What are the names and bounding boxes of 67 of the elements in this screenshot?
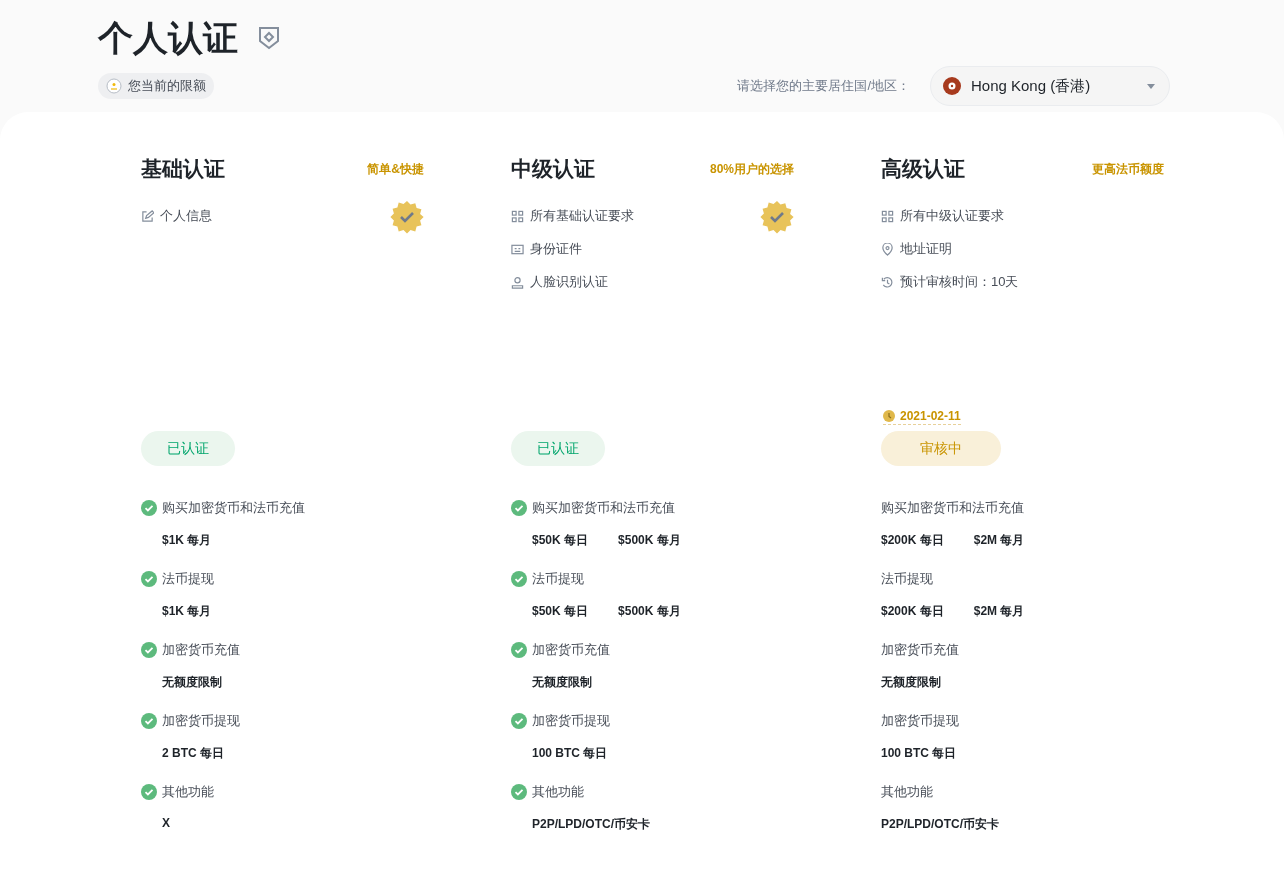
page-title: 个人认证 <box>98 17 238 59</box>
limit-label: 其他功能 <box>162 783 214 801</box>
status-pill: 已认证 <box>511 431 605 466</box>
limit-value: 2 BTC 每日 <box>162 745 224 762</box>
requirement-text: 所有中级认证要求 <box>900 207 1004 225</box>
limit-value: P2P/LPD/OTC/币安卡 <box>532 816 650 833</box>
limit-value: $50K 每日 <box>532 532 589 549</box>
review-date: 2021-02-11 <box>883 409 961 425</box>
limit-value: $1K 每月 <box>162 603 212 620</box>
limit-label: 法币提现 <box>162 570 214 588</box>
limit-label: 加密货币提现 <box>881 712 959 730</box>
limit-label: 法币提现 <box>881 570 933 588</box>
limit-value: $500K 每月 <box>618 603 681 620</box>
region-dropdown[interactable]: Hong Kong (香港) <box>930 66 1170 106</box>
limit-value: 无额度限制 <box>162 674 222 691</box>
caret-icon <box>1147 83 1155 89</box>
limit-label: 加密货币提现 <box>532 712 610 730</box>
tier-title: 中级认证 <box>511 156 595 182</box>
requirement-text: 所有基础认证要求 <box>530 207 634 225</box>
edit-icon <box>141 209 154 223</box>
limit-value: $200K 每日 <box>881 532 944 549</box>
limit-label: 加密货币提现 <box>162 712 240 730</box>
limit-value: $500K 每月 <box>618 532 681 549</box>
flag-icon <box>943 77 961 95</box>
grid-icon <box>881 209 894 223</box>
limit-value: 100 BTC 每日 <box>532 745 608 762</box>
requirement-text: 预计审核时间：10天 <box>900 273 1019 291</box>
requirement-text: 地址证明 <box>900 240 952 258</box>
limit-label: 加密货币充值 <box>532 641 610 659</box>
limit-label: 购买加密货币和法币充值 <box>532 499 675 517</box>
shield-icon[interactable] <box>258 26 280 50</box>
person-icon <box>511 275 524 289</box>
limit-value: $1K 每月 <box>162 532 212 549</box>
grid-icon <box>511 209 524 223</box>
tier-tagline: 80%用户的选择 <box>709 160 794 178</box>
tier-tagline: 更高法币额度 <box>1092 160 1164 178</box>
limits-chip[interactable]: 您当前的限额 <box>98 73 214 99</box>
user-icon <box>106 78 122 94</box>
limit-value: $2M 每月 <box>973 532 1025 549</box>
limit-label: 其他功能 <box>532 783 584 801</box>
requirement-text: 身份证件 <box>530 240 582 258</box>
limit-label: 加密货币充值 <box>881 641 959 659</box>
limit-label: 购买加密货币和法币充值 <box>162 499 305 517</box>
limit-label: 其他功能 <box>881 783 933 801</box>
location-pin-icon <box>881 242 894 256</box>
region-label: 请选择您的主要居住国/地区： <box>737 77 910 95</box>
tier-title: 基础认证 <box>141 156 225 182</box>
limit-label: 加密货币充值 <box>162 641 240 659</box>
clock-icon <box>881 275 894 289</box>
limit-label: 法币提现 <box>532 570 584 588</box>
status-pill: 已认证 <box>141 431 235 466</box>
tier-title: 高级认证 <box>881 156 965 182</box>
limit-value: 100 BTC 每日 <box>881 745 957 762</box>
id-card-icon <box>511 242 524 256</box>
limit-value: P2P/LPD/OTC/币安卡 <box>881 816 999 833</box>
limit-value: $200K 每日 <box>881 603 944 620</box>
tier-tagline: 简单&快捷 <box>367 160 424 178</box>
limit-label: 购买加密货币和法币充值 <box>881 499 1024 517</box>
limit-value: $2M 每月 <box>973 603 1025 620</box>
clock-icon <box>883 410 895 422</box>
status-pill: 审核中 <box>881 431 1001 466</box>
limit-value: X <box>162 816 170 830</box>
limit-value: $50K 每日 <box>532 603 589 620</box>
limit-value: 无额度限制 <box>532 674 592 691</box>
limit-value: 无额度限制 <box>881 674 941 691</box>
requirement-text: 人脸识别认证 <box>530 273 608 291</box>
requirement-text: 个人信息 <box>160 207 212 225</box>
